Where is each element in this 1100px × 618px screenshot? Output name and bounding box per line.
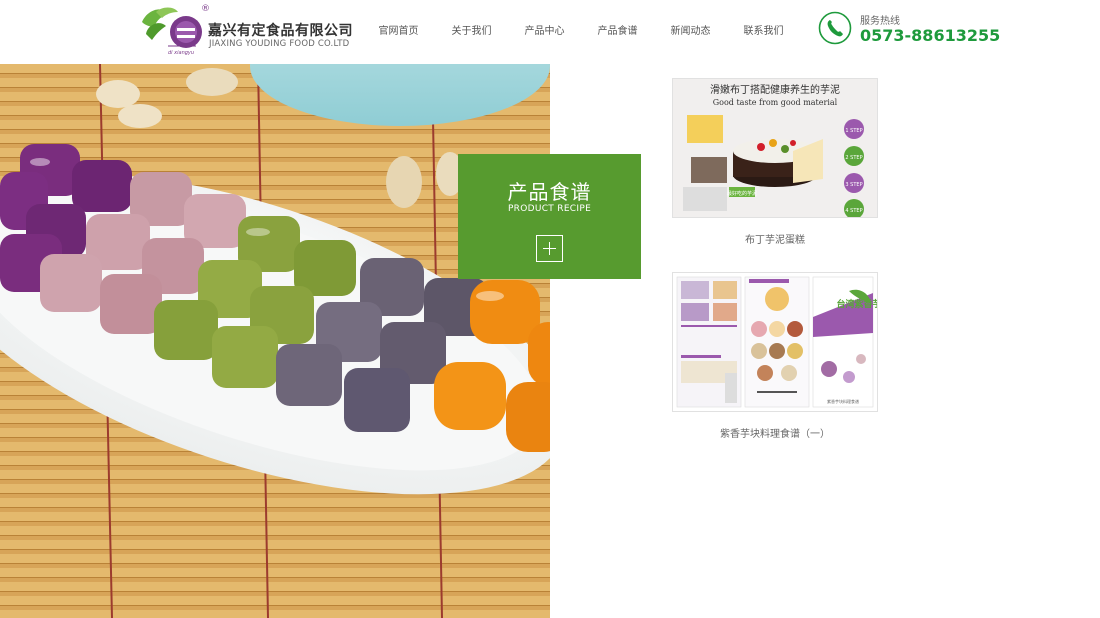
thumb-step-2: 2 STEP (845, 155, 862, 161)
company-name-cn: 嘉兴有定食品有限公司 (208, 23, 353, 39)
nav-item-news[interactable]: 新闻动态 (654, 0, 727, 64)
nav-item-home[interactable]: 官网首页 (362, 0, 435, 64)
hotline-label: 服务热线 (860, 16, 900, 27)
thumb-label: 紫香芋块料理食谱 (827, 398, 859, 404)
hotline: 服务热线 0573-88613255 (818, 10, 1058, 50)
phone-icon (818, 11, 852, 45)
thumb-headline: 滑嫩布丁搭配健康养生的芋泥 (710, 83, 840, 96)
thumb-subline: Good taste from good material (713, 98, 838, 107)
thumb-brand: 台湾紫香芋 (836, 298, 877, 310)
recipe-thumbnail[interactable]: 台湾紫香芋 紫香芋块料理食谱 (672, 272, 878, 412)
thumb-step-4: 4 STEP (845, 208, 862, 214)
recipe-title[interactable]: 布丁芋泥蛋糕 (672, 231, 878, 246)
thumb-caption: 最好吃的芋泥 (727, 190, 757, 197)
section-title-cn: 产品食谱 (507, 180, 592, 204)
hotline-number[interactable]: 0573-88613255 (860, 26, 1000, 45)
thumb-step-1: 1 STEP (845, 128, 862, 134)
section-title-en: PRODUCT RECIPE (507, 204, 592, 214)
logo-subtext: di xiangyu (168, 50, 195, 56)
recipe-thumbnail[interactable]: 滑嫩布丁搭配健康养生的芋泥 Good taste from good mater… (672, 78, 878, 218)
recipe-title[interactable]: 紫香芋块料理食谱（一） (672, 425, 878, 440)
thumb-step-3: 3 STEP (845, 182, 862, 188)
recipe-card[interactable]: 台湾紫香芋 紫香芋块料理食谱 紫香芋块料理食谱（一） (672, 272, 878, 442)
site-header: ® 嘉兴有定食品有限公司 JIAXING YOUDING FOOD CO.LTD… (0, 0, 1100, 64)
nav-item-recipes[interactable]: 产品食谱 (581, 0, 654, 64)
recipe-card[interactable]: 滑嫩布丁搭配健康养生的芋泥 Good taste from good mater… (672, 78, 878, 248)
nav-item-about[interactable]: 关于我们 (435, 0, 508, 64)
registered-mark: ® (201, 4, 210, 14)
main-nav: 官网首页 关于我们 产品中心 产品食谱 新闻动态 联系我们 (362, 0, 800, 64)
recipe-section-badge[interactable]: 产品食谱 PRODUCT RECIPE (458, 154, 641, 279)
company-name-en: JIAXING YOUDING FOOD CO.LTD (209, 39, 350, 49)
hero-food-image (0, 64, 550, 618)
plus-icon[interactable] (536, 235, 563, 262)
nav-item-products[interactable]: 产品中心 (508, 0, 581, 64)
company-logo[interactable]: ® 嘉兴有定食品有限公司 JIAXING YOUDING FOOD CO.LTD… (138, 4, 353, 58)
nav-item-contact[interactable]: 联系我们 (727, 0, 800, 64)
